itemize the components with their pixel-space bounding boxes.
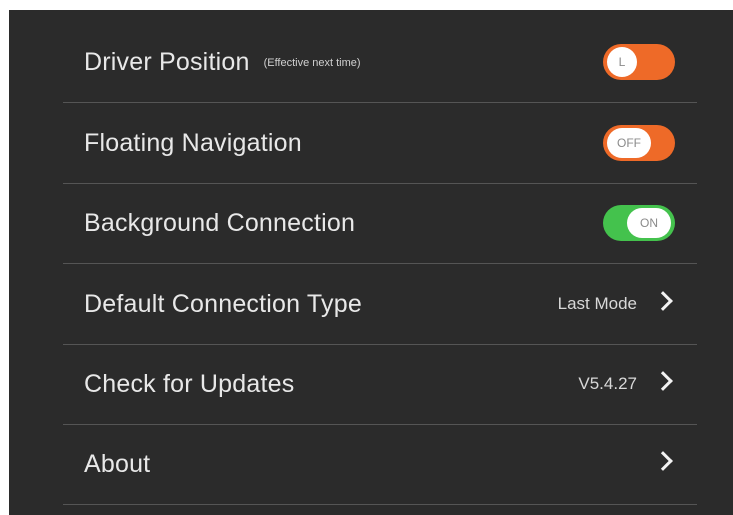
floating-navigation-toggle[interactable]: OFF [603,125,675,161]
background-connection-row[interactable]: Background Connection ON [63,183,697,264]
chevron-right-icon [653,291,673,311]
floating-navigation-row[interactable]: Floating Navigation OFF [63,103,697,184]
driver-position-row[interactable]: Driver Position (Effective next time) L [63,22,697,103]
driver-position-toggle[interactable]: L [603,44,675,80]
about-label: About [84,449,151,478]
check-for-updates-label: Check for Updates [84,369,295,398]
check-for-updates-row[interactable]: Check for Updates V5.4.27 [63,344,697,425]
driver-position-title: Driver Position [84,47,250,76]
default-connection-type-row[interactable]: Default Connection Type Last Mode [63,264,697,345]
about-row[interactable]: About [63,424,697,505]
background-connection-label: Background Connection [84,208,356,237]
floating-navigation-label: Floating Navigation [84,128,302,157]
default-connection-type-label: Default Connection Type [84,289,362,318]
driver-position-label: Driver Position (Effective next time) [84,48,361,77]
settings-panel: Driver Position (Effective next time) L F… [9,10,733,515]
background-connection-toggle-knob: ON [627,208,671,238]
default-connection-type-value: Last Mode [557,294,637,313]
floating-navigation-toggle-knob: OFF [607,128,651,158]
driver-position-toggle-knob: L [607,47,637,77]
background-connection-toggle[interactable]: ON [603,205,675,241]
chevron-right-icon [653,371,673,391]
app-version-value: V5.4.27 [578,374,637,393]
chevron-right-icon [653,451,673,471]
driver-position-note: (Effective next time) [263,56,361,69]
